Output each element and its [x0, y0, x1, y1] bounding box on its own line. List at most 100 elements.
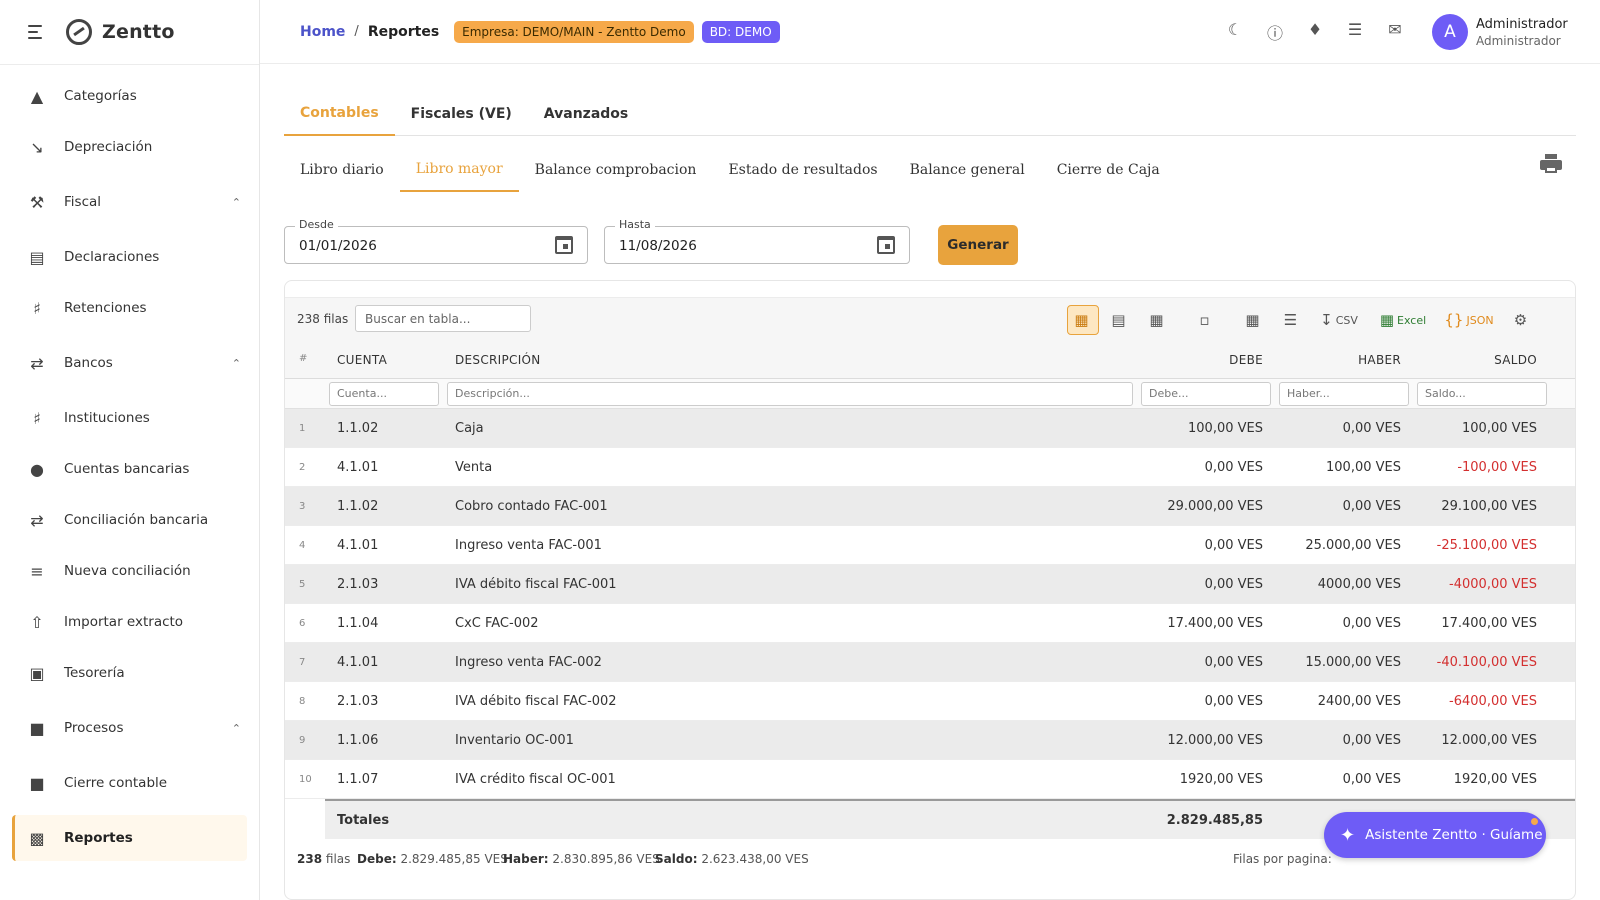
filter-descripcion-input[interactable]: Descripción...: [447, 382, 1133, 406]
cell-debe: 100,00 VES: [1188, 421, 1263, 436]
cell-descripcion: Venta: [455, 460, 493, 475]
sidebar-item-categorias[interactable]: ▲ Categorías: [0, 75, 259, 117]
table-row[interactable]: 9 1.1.06 Inventario OC-001 12.000,00 VES 0,0…: [285, 721, 1575, 760]
sidebar-item-label: Procesos: [64, 720, 124, 736]
sidebar-item-procesos[interactable]: ■ Procesos ⌃: [0, 707, 259, 749]
sidebar-item-cierre-contable[interactable]: ■ Cierre contable: [0, 762, 259, 804]
cell-saldo: 100,00 VES: [1462, 421, 1537, 436]
columns-icon[interactable]: ▦: [1239, 305, 1269, 335]
table-row[interactable]: 7 4.1.01 Ingreso venta FAC-002 0,00 VES 15.0…: [285, 643, 1575, 682]
cell-idx: 7: [299, 657, 306, 668]
table-row[interactable]: 2 4.1.01 Venta 0,00 VES 100,00 VES -100,00 VE…: [285, 448, 1575, 487]
cell-saldo: -25.100,00 VES: [1436, 538, 1537, 553]
grid-view-icon[interactable]: ▦: [1143, 305, 1173, 335]
sidebar-item-instituciones[interactable]: ♯ Instituciones: [0, 397, 259, 439]
desde-date-field[interactable]: Desde 01/01/2026: [284, 218, 588, 264]
table-row[interactable]: 5 2.1.03 IVA débito fiscal FAC-001 0,00 VES…: [285, 565, 1575, 604]
subtab-libro-mayor[interactable]: Libro mayor: [399, 148, 519, 192]
bank-icon: ♯: [33, 408, 41, 428]
print-icon[interactable]: [1540, 154, 1562, 174]
col-debe[interactable]: DEBE: [1145, 353, 1263, 367]
cell-saldo: 29.100,00 VES: [1441, 499, 1537, 514]
export-csv-button[interactable]: ↧ CSV: [1315, 305, 1363, 335]
top-header: Home / Reportes Empresa: DEMO/MAIN - Zen…: [260, 0, 1600, 64]
filter-debe-input[interactable]: Debe...: [1141, 382, 1271, 406]
table-row[interactable]: 3 1.1.02 Cobro contado FAC-001 29.000,00 VE…: [285, 487, 1575, 526]
sidebar-item-declaraciones[interactable]: ▤ Declaraciones: [0, 236, 259, 278]
sidebar-item-cuentas-bancarias[interactable]: ● Cuentas bancarias: [0, 448, 259, 490]
sidebar-item-nueva-conciliacion[interactable]: ≡ Nueva conciliación: [0, 550, 259, 592]
table-view-icon[interactable]: ▦: [1067, 305, 1099, 335]
table-row[interactable]: 4 4.1.01 Ingreso venta FAC-001 0,00 VES 25.0…: [285, 526, 1575, 565]
bank-icon: ♯: [33, 298, 41, 318]
tab-avanzados[interactable]: Avanzados: [528, 92, 644, 136]
filter-haber-input[interactable]: Haber...: [1279, 382, 1409, 406]
cell-haber: 25.000,00 VES: [1305, 538, 1401, 553]
cell-debe: 1920,00 VES: [1179, 772, 1263, 787]
sidebar-item-depreciacion[interactable]: ↘ Depreciación: [0, 126, 259, 168]
assistant-button[interactable]: ✦ Asistente Zentto · Guíame: [1324, 812, 1546, 858]
calendar-icon[interactable]: [555, 236, 573, 254]
menu-collapse-icon[interactable]: [28, 25, 46, 39]
density-icon[interactable]: ☰: [1277, 305, 1307, 335]
rows-per-page-label: Filas por pagina:: [1233, 852, 1332, 866]
ledger-table-card: 238 filas Buscar en tabla... ▦ ▤ ▦ ▫ ▦ ☰…: [284, 280, 1576, 900]
subtab-estado-resultados[interactable]: Estado de resultados: [712, 148, 893, 192]
col-descripcion[interactable]: DESCRIPCIÓN: [455, 353, 541, 367]
clipboard-icon[interactable]: ▫: [1191, 305, 1221, 335]
table-row[interactable]: 10 1.1.07 IVA crédito fiscal OC-001 1920,00…: [285, 760, 1575, 799]
export-excel-button[interactable]: ▦ Excel: [1377, 305, 1429, 335]
bell-icon[interactable]: ♦: [1295, 20, 1335, 44]
sidebar-item-importar-extracto[interactable]: ⇧ Importar extracto: [0, 601, 259, 643]
report-category-tabs: Contables Fiscales (VE) Avanzados: [284, 92, 1576, 136]
empresa-badge: Empresa: DEMO/MAIN - Zentto Demo: [454, 20, 694, 43]
table-search-input[interactable]: Buscar en tabla...: [355, 305, 531, 332]
sidebar-item-fiscal[interactable]: ⚒ Fiscal ⌃: [0, 181, 259, 223]
filter-cuenta-input[interactable]: Cuenta...: [329, 382, 439, 406]
tab-contables[interactable]: Contables: [284, 92, 395, 136]
table-toolbar: 238 filas Buscar en tabla... ▦ ▤ ▦ ▫ ▦ ☰…: [285, 297, 1575, 341]
gear-icon[interactable]: ⚙: [1507, 305, 1537, 335]
table-row[interactable]: 6 1.1.04 CxC FAC-002 17.400,00 VES 0,00 VES 1…: [285, 604, 1575, 643]
cell-debe: 12.000,00 VES: [1167, 733, 1263, 748]
table-row[interactable]: 1 1.1.02 Caja 100,00 VES 0,00 VES 100,00 VES: [285, 409, 1575, 448]
sidebar-item-tesoreria[interactable]: ▣ Tesorería: [0, 652, 259, 694]
hasta-date-field[interactable]: Hasta 11/08/2026: [604, 218, 910, 264]
breadcrumb-home[interactable]: Home: [300, 24, 345, 40]
dark-mode-icon[interactable]: ☾: [1215, 20, 1255, 44]
compact-view-icon[interactable]: ▤: [1105, 305, 1135, 335]
sidebar-item-label: Retenciones: [64, 300, 147, 316]
sidebar-item-label: Conciliación bancaria: [64, 512, 209, 528]
subtab-balance-comprobacion[interactable]: Balance comprobacion: [519, 148, 713, 192]
sidebar-item-reportes[interactable]: ▩ Reportes: [12, 815, 247, 861]
col-haber[interactable]: HABER: [1281, 353, 1401, 367]
document-icon: ▤: [29, 247, 45, 267]
tasks-list-icon[interactable]: ☰: [1335, 20, 1375, 44]
sidebar-item-retenciones[interactable]: ♯ Retenciones: [0, 287, 259, 329]
cell-descripcion: Inventario OC-001: [455, 733, 574, 748]
export-json-button[interactable]: {} JSON: [1443, 305, 1495, 335]
sidebar-item-conciliacion-bancaria[interactable]: ⇄ Conciliación bancaria: [0, 499, 259, 541]
subtab-balance-general[interactable]: Balance general: [894, 148, 1041, 192]
cell-cuenta: 4.1.01: [337, 538, 379, 553]
zentto-logo-icon: [66, 19, 92, 45]
sidebar-item-bancos[interactable]: ⇄ Bancos ⌃: [0, 342, 259, 384]
generate-button[interactable]: Generar: [938, 225, 1018, 265]
subtab-cierre-caja[interactable]: Cierre de Caja: [1041, 148, 1176, 192]
table-row[interactable]: 8 2.1.03 IVA débito fiscal FAC-002 0,00 VES…: [285, 682, 1575, 721]
tab-fiscales[interactable]: Fiscales (VE): [395, 92, 528, 136]
mail-icon[interactable]: ✉: [1375, 20, 1415, 44]
avatar: A: [1432, 14, 1468, 50]
user-menu[interactable]: A Administrador Administrador: [1432, 14, 1568, 50]
desde-label: Desde: [295, 218, 338, 231]
cell-descripcion: Caja: [455, 421, 484, 436]
sidebar-item-label: Fiscal: [64, 194, 102, 210]
app-name: Zentto: [102, 21, 175, 43]
col-saldo[interactable]: SALDO: [1419, 353, 1537, 367]
help-icon[interactable]: ⓘ: [1255, 20, 1295, 44]
subtab-libro-diario[interactable]: Libro diario: [284, 148, 400, 192]
col-cuenta[interactable]: CUENTA: [337, 353, 387, 367]
cell-saldo: 12.000,00 VES: [1441, 733, 1537, 748]
filter-saldo-input[interactable]: Saldo...: [1417, 382, 1547, 406]
calendar-icon[interactable]: [877, 236, 895, 254]
